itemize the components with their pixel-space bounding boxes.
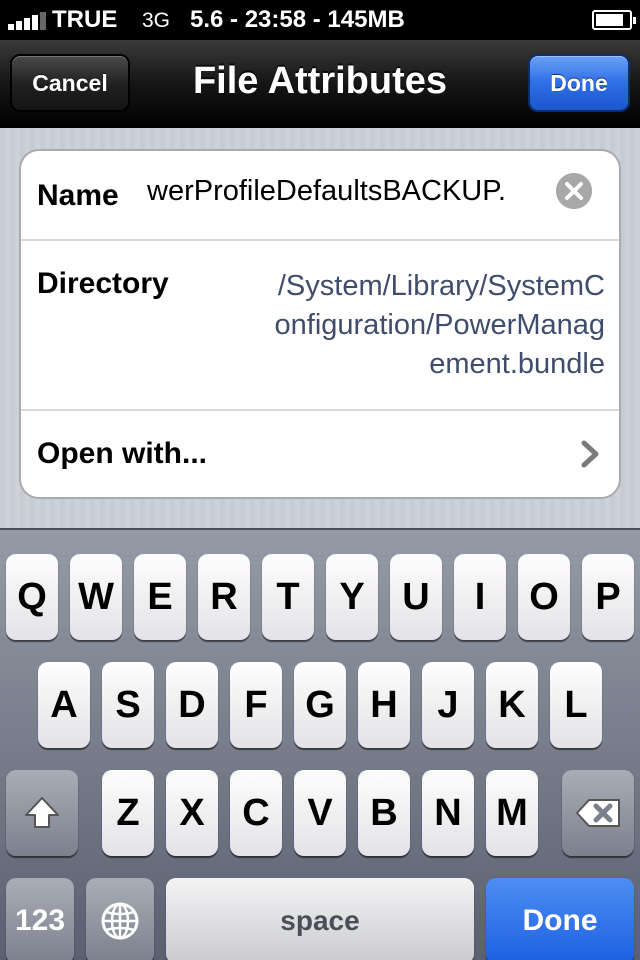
key-u[interactable]: U [390, 554, 442, 640]
key-k[interactable]: K [486, 662, 538, 748]
directory-line: /System/Library/SystemC [277, 270, 605, 302]
key-f[interactable]: F [230, 662, 282, 748]
key-g[interactable]: G [294, 662, 346, 748]
key-x[interactable]: X [166, 770, 218, 856]
open-with-label: Open with... [37, 437, 207, 470]
navigation-bar: Cancel File Attributes Done [0, 40, 640, 128]
open-with-row[interactable]: Open with... [21, 411, 619, 497]
keyboard-done-key[interactable]: Done [486, 878, 634, 960]
key-v[interactable]: V [294, 770, 346, 856]
battery-level [596, 14, 623, 26]
globe-key[interactable] [86, 878, 154, 960]
directory-row: Directory /System/Library/SystemC onfigu… [21, 241, 619, 411]
key-z[interactable]: Z [102, 770, 154, 856]
key-a[interactable]: A [38, 662, 90, 748]
status-info: 5.6 - 23:58 - 145MB [190, 6, 405, 33]
globe-icon [101, 902, 139, 940]
chevron-right-icon [581, 440, 599, 468]
space-key[interactable]: space [166, 878, 474, 960]
backspace-icon [576, 799, 620, 827]
directory-value: /System/Library/SystemC onfiguration/Pow… [207, 267, 605, 384]
key-w[interactable]: W [70, 554, 122, 640]
shift-icon [25, 797, 59, 828]
name-label: Name [37, 179, 119, 212]
directory-line: onfiguration/PowerManag [274, 309, 605, 341]
key-r[interactable]: R [198, 554, 250, 640]
name-input[interactable]: werProfileDefaultsBACKUP. [147, 175, 539, 219]
key-j[interactable]: J [422, 662, 474, 748]
key-t[interactable]: T [262, 554, 314, 640]
key-n[interactable]: N [422, 770, 474, 856]
key-h[interactable]: H [358, 662, 410, 748]
shift-key[interactable] [6, 770, 78, 856]
directory-line: ement.bundle [429, 348, 605, 380]
page-title: File Attributes [192, 60, 448, 102]
network-type: 3G [142, 9, 171, 32]
numbers-key[interactable]: 123 [6, 878, 74, 960]
name-value: werProfileDefaultsBACKUP. [147, 175, 506, 207]
key-m[interactable]: M [486, 770, 538, 856]
key-s[interactable]: S [102, 662, 154, 748]
keyboard: Q W E R T Y U I O P A S D F G H J K L Z … [0, 528, 640, 960]
key-l[interactable]: L [550, 662, 602, 748]
key-e[interactable]: E [134, 554, 186, 640]
key-d[interactable]: D [166, 662, 218, 748]
delete-key[interactable] [562, 770, 634, 856]
key-i[interactable]: I [454, 554, 506, 640]
key-y[interactable]: Y [326, 554, 378, 640]
key-o[interactable]: O [518, 554, 570, 640]
file-attributes-table: Name werProfileDefaultsBACKUP. Directory… [19, 149, 621, 499]
carrier-name: TRUE [52, 6, 118, 33]
status-bar: TRUE 3G 5.6 - 23:58 - 145MB [0, 0, 640, 40]
battery-icon [592, 10, 636, 30]
name-row: Name werProfileDefaultsBACKUP. [21, 151, 619, 241]
signal-strength-icon [8, 12, 46, 30]
key-b[interactable]: B [358, 770, 410, 856]
clear-icon [556, 173, 592, 209]
directory-label: Directory [37, 267, 169, 300]
clear-text-button[interactable] [556, 173, 592, 209]
key-q[interactable]: Q [6, 554, 58, 640]
key-c[interactable]: C [230, 770, 282, 856]
cancel-button[interactable]: Cancel [10, 54, 130, 112]
key-p[interactable]: P [582, 554, 634, 640]
done-button[interactable]: Done [528, 54, 630, 112]
